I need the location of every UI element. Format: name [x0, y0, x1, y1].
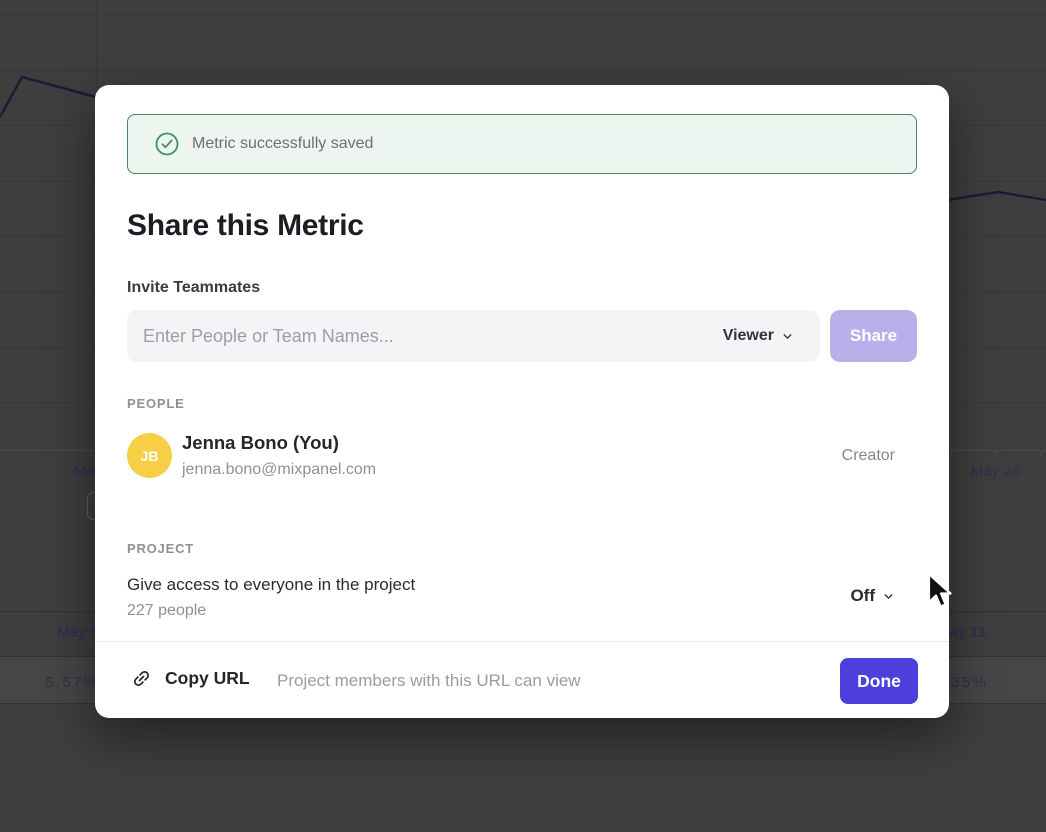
screen: Ma May 26 May 5 May 11 5.57% 35% Metric … [0, 0, 1046, 832]
project-access-value: Off [850, 586, 875, 606]
chevron-down-icon [781, 330, 794, 343]
role-dropdown[interactable]: Viewer [713, 310, 820, 362]
project-access-dropdown[interactable]: Off [850, 586, 895, 606]
project-access-title: Give access to everyone in the project [127, 575, 415, 595]
chevron-down-icon [882, 590, 895, 603]
invite-field: Viewer [127, 310, 820, 362]
background-table-value-right: 35% [951, 674, 989, 691]
person-role-label: Creator [842, 447, 895, 465]
copy-url-label: Copy URL [165, 668, 250, 689]
invite-input[interactable] [127, 326, 713, 347]
done-button[interactable]: Done [840, 658, 918, 704]
share-metric-modal: Metric successfully saved Share this Met… [95, 85, 949, 718]
background-xtick-label-left: Ma [74, 463, 95, 480]
role-dropdown-value: Viewer [723, 327, 774, 345]
people-section-label: PEOPLE [127, 396, 185, 411]
invite-teammates-label: Invite Teammates [127, 279, 260, 297]
avatar: JB [127, 433, 172, 478]
background-table-value-left: 5.57% [28, 674, 100, 691]
person-email: jenna.bono@mixpanel.com [182, 461, 376, 479]
project-access-subtitle: 227 people [127, 602, 206, 620]
copy-url-button[interactable]: Copy URL [131, 668, 250, 689]
success-banner: Metric successfully saved [127, 114, 917, 174]
avatar-initials: JB [141, 448, 159, 464]
url-permission-hint: Project members with this URL can view [277, 671, 581, 691]
background-xtick-label-right: May 26 [971, 463, 1020, 480]
share-button[interactable]: Share [830, 310, 917, 362]
success-check-icon [154, 131, 180, 157]
link-icon [127, 664, 157, 694]
project-section-label: PROJECT [127, 541, 194, 556]
modal-title: Share this Metric [127, 209, 364, 243]
footer-divider [95, 641, 949, 642]
success-message: Metric successfully saved [192, 135, 373, 153]
person-name: Jenna Bono (You) [182, 432, 339, 454]
background-table-date-left: May 5 [39, 624, 99, 641]
